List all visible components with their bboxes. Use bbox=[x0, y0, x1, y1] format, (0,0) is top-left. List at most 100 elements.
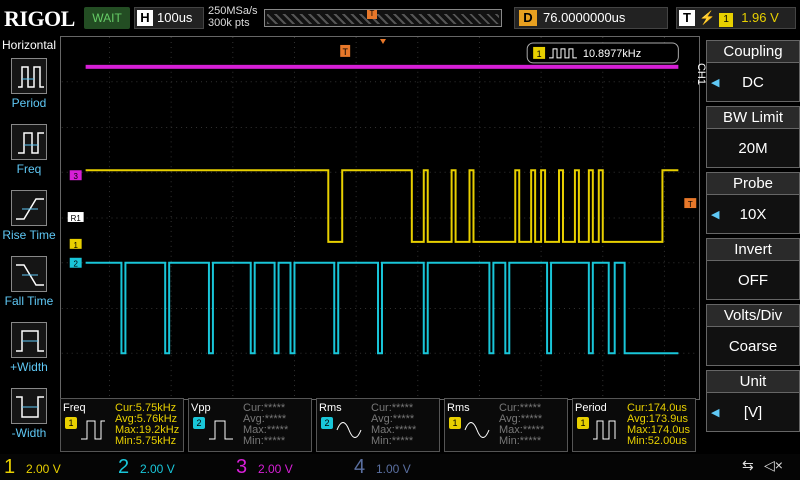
coupling-button[interactable]: Coupling ◀ DC bbox=[706, 40, 800, 104]
ch1-number: 1 bbox=[4, 456, 16, 478]
freq-icon bbox=[81, 420, 105, 440]
measurement-avg: Avg:***** bbox=[371, 413, 415, 425]
timebase-value: 100us bbox=[157, 10, 193, 25]
measurement-channel-badge: 1 bbox=[65, 417, 77, 429]
measure-rise-time-label: Rise Time bbox=[2, 228, 56, 242]
ch3-status[interactable]: 3 2.00 V bbox=[236, 454, 318, 480]
probe-button[interactable]: Probe ◀ 10X bbox=[706, 172, 800, 236]
trigger-time-marker[interactable]: T bbox=[340, 38, 386, 57]
ch4-status[interactable]: 4 1.00 V bbox=[354, 454, 436, 480]
ref1-offset-marker[interactable]: R1 bbox=[67, 212, 84, 223]
delay-value: 76.0000000us bbox=[543, 10, 626, 25]
ch1-offset-marker[interactable]: 1 bbox=[69, 238, 82, 250]
measurement-name: Rms bbox=[447, 402, 470, 414]
measure-fall-time-button[interactable]: Fall Time bbox=[0, 252, 58, 318]
ch3-offset-marker[interactable]: 3 bbox=[69, 170, 82, 181]
ch4-number: 4 bbox=[354, 456, 366, 478]
measurement-avg: Avg:***** bbox=[499, 413, 543, 425]
measurement-panel: Freq 1 Cur:5.75kHz Avg:5.76kHz Max:19.2k… bbox=[60, 398, 700, 452]
measure-menu-title: Horizontal bbox=[2, 38, 57, 52]
horizontal-delay[interactable]: D 76.0000000us bbox=[514, 7, 668, 29]
measurement-channel-badge: 1 bbox=[577, 417, 589, 429]
invert-button[interactable]: Invert OFF bbox=[706, 238, 800, 302]
trigger-key-label: T bbox=[679, 10, 695, 26]
measurement-name: Rms bbox=[319, 402, 342, 414]
measurement-cur: Cur:***** bbox=[243, 402, 286, 414]
ch2-status[interactable]: 2 2.00 V bbox=[118, 454, 200, 480]
speaker-mute-icon[interactable]: ◁× bbox=[764, 457, 783, 474]
channel-menu: Coupling ◀ DC BW Limit 20M Probe ◀ 10X Inv… bbox=[706, 40, 800, 440]
trigger-level: 1.96 V bbox=[741, 10, 779, 25]
bw-limit-title: BW Limit bbox=[706, 106, 800, 128]
measurement-avg: Avg:173.9us bbox=[627, 413, 688, 425]
ch1-status[interactable]: 1 2.00 V bbox=[4, 454, 86, 480]
probe-title: Probe bbox=[706, 172, 800, 194]
volts-div-value: Coarse bbox=[728, 338, 778, 355]
ch3-waveform bbox=[85, 64, 679, 69]
measurement-cur: Cur:5.75kHz bbox=[115, 402, 177, 414]
trigger-position-icon: T bbox=[367, 10, 377, 19]
bw-limit-button[interactable]: BW Limit 20M bbox=[706, 106, 800, 170]
measurement-max: Max:***** bbox=[499, 424, 545, 436]
horizontal-timebase[interactable]: H 100us bbox=[134, 7, 204, 29]
sample-rate: 250MSa/s bbox=[208, 5, 258, 17]
left-arrow-icon: ◀ bbox=[711, 407, 720, 419]
measure-neg-width-label: -Width bbox=[11, 426, 47, 440]
measurement-max: Max:***** bbox=[243, 424, 289, 436]
measurement-rms-ch1[interactable]: Rms 1 Cur:***** Avg:***** Max:***** Min:… bbox=[444, 398, 568, 452]
sine-icon bbox=[336, 422, 362, 438]
measurement-min: Min:***** bbox=[499, 435, 542, 447]
ch2-number: 2 bbox=[118, 456, 130, 478]
unit-title: Unit bbox=[706, 370, 800, 392]
delay-key-label: D bbox=[519, 10, 537, 26]
measurement-rms-ch2[interactable]: Rms 2 Cur:***** Avg:***** Max:***** Min:… bbox=[316, 398, 440, 452]
ch2-offset-marker[interactable]: 2 bbox=[69, 257, 82, 269]
memory-position-strip[interactable]: T bbox=[264, 9, 502, 27]
ch4-scale: 1.00 V bbox=[376, 462, 411, 476]
measure-menu: Horizontal Period Freq Rise Time Fall Ti… bbox=[0, 36, 58, 456]
measure-rise-time-button[interactable]: Rise Time bbox=[0, 186, 58, 252]
measure-pos-width-label: +Width bbox=[10, 360, 48, 374]
measurement-max: Max:***** bbox=[371, 424, 417, 436]
measurement-channel-badge: 2 bbox=[321, 417, 333, 429]
memory-waveform-preview bbox=[267, 14, 499, 24]
measure-pos-width-button[interactable]: +Width bbox=[0, 318, 58, 384]
measurement-max: Max:174.0us bbox=[627, 424, 690, 436]
sine-icon bbox=[464, 422, 490, 438]
measure-period-button[interactable]: Period bbox=[0, 54, 58, 120]
measurement-min: Min:***** bbox=[243, 435, 286, 447]
bw-limit-value: 20M bbox=[738, 140, 768, 157]
measurement-name: Freq bbox=[63, 402, 86, 414]
frequency-counter: 1 10.8977kHz bbox=[526, 42, 679, 64]
rise-time-icon bbox=[11, 190, 47, 226]
measure-period-label: Period bbox=[11, 96, 47, 110]
left-arrow-icon: ◀ bbox=[711, 209, 720, 221]
volts-div-button[interactable]: Volts/Div Coarse bbox=[706, 304, 800, 368]
waveform-display[interactable]: T 1 10.8977kHz 3 R1 1 2 T bbox=[60, 36, 700, 400]
measure-freq-button[interactable]: Freq bbox=[0, 120, 58, 186]
ch1-waveform bbox=[85, 169, 679, 243]
measure-neg-width-button[interactable]: -Width bbox=[0, 384, 58, 450]
measurement-max: Max:19.2kHz bbox=[115, 424, 180, 436]
trigger-info[interactable]: T ⚡ 1 1.96 V bbox=[676, 7, 796, 29]
run-status-badge[interactable]: WAIT bbox=[84, 7, 130, 29]
svg-text:T: T bbox=[688, 200, 693, 209]
brand-logo: RIGOL bbox=[4, 6, 75, 31]
unit-button[interactable]: Unit ◀ [V] bbox=[706, 370, 800, 434]
measurement-freq[interactable]: Freq 1 Cur:5.75kHz Avg:5.76kHz Max:19.2k… bbox=[60, 398, 184, 452]
left-arrow-icon: ◀ bbox=[711, 77, 720, 89]
ch2-scale: 2.00 V bbox=[140, 462, 175, 476]
trigger-level-marker[interactable]: T bbox=[684, 198, 697, 209]
measurement-name: Vpp bbox=[191, 402, 211, 414]
measurement-avg: Avg:***** bbox=[243, 413, 287, 425]
top-status-bar: RIGOL WAIT H 100us 250MSa/s 300k pts T D7… bbox=[0, 0, 800, 36]
ch2-waveform bbox=[85, 261, 679, 355]
measure-freq-label: Freq bbox=[16, 162, 42, 176]
usb-icon: ⇆ bbox=[742, 457, 754, 473]
vpp-icon bbox=[209, 420, 233, 440]
invert-value: OFF bbox=[738, 272, 768, 289]
horizontal-key-label: H bbox=[137, 10, 153, 26]
measurement-vpp[interactable]: Vpp 2 Cur:***** Avg:***** Max:***** Min:… bbox=[188, 398, 312, 452]
measurement-period[interactable]: Period 1 Cur:174.0us Avg:173.9us Max:174… bbox=[572, 398, 696, 452]
svg-text:1: 1 bbox=[73, 241, 78, 250]
